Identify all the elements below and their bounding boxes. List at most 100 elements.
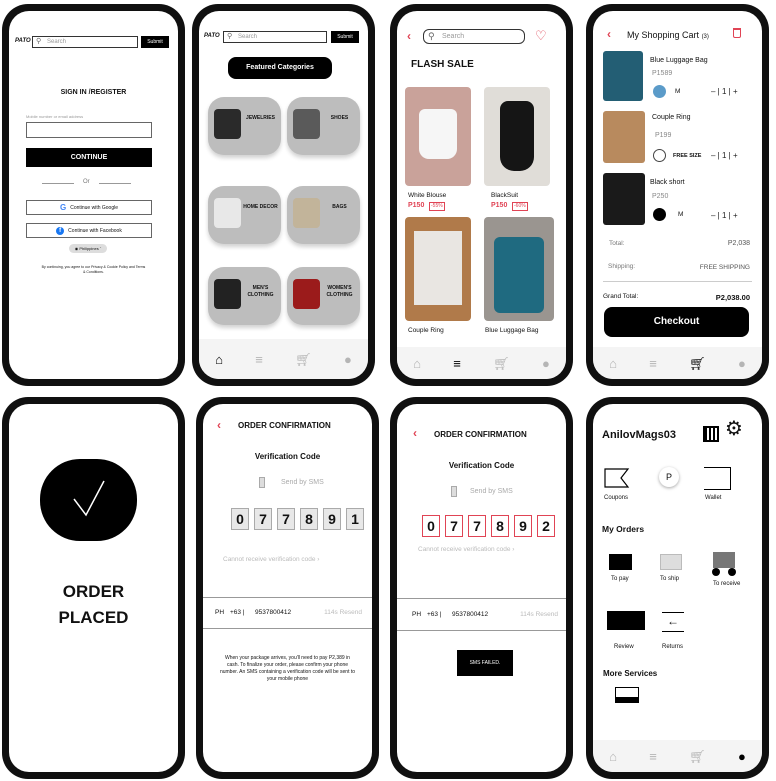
code-digit[interactable]: 9 xyxy=(323,508,341,530)
submit-button[interactable]: Submit xyxy=(331,31,359,43)
cart-icon[interactable]: 🛒︎ xyxy=(493,357,510,370)
product-name: BlackSuit xyxy=(491,192,519,199)
submit-button[interactable]: Submit xyxy=(141,36,169,48)
minus-icon[interactable]: – xyxy=(711,211,718,220)
code-digit[interactable]: 7 xyxy=(254,508,272,530)
code-digit[interactable]: 8 xyxy=(300,508,318,530)
cart-icon[interactable]: 🛒︎ xyxy=(689,357,706,370)
code-digit[interactable]: 1 xyxy=(346,508,364,530)
to-ship-icon[interactable] xyxy=(660,554,682,570)
category-bags[interactable]: BAGS xyxy=(287,186,360,244)
category-mens-clothing[interactable]: MEN'S CLOTHING xyxy=(208,267,281,325)
coupons-icon[interactable] xyxy=(604,468,630,488)
quantity-value: 1 xyxy=(721,151,727,160)
home-icon[interactable]: ⌂ xyxy=(215,353,223,366)
code-digit[interactable]: 9 xyxy=(514,515,532,537)
code-digit[interactable]: 8 xyxy=(491,515,509,537)
quantity-stepper[interactable]: – | 1 | + xyxy=(711,151,738,160)
review-icon[interactable] xyxy=(607,611,645,630)
grand-total-value: P2,038.00 xyxy=(715,293,750,302)
quantity-stepper[interactable]: – | 1 | + xyxy=(711,87,738,96)
category-womens-clothing[interactable]: WOMEN'S CLOTHING xyxy=(287,267,360,325)
search-input[interactable]: ⚲ Search xyxy=(223,31,327,43)
minus-icon[interactable]: – xyxy=(711,87,718,96)
phone-order-confirmation: ‹ ORDER CONFIRMATION Verification Code S… xyxy=(196,397,379,779)
code-digit[interactable]: 7 xyxy=(445,515,463,537)
back-chevron-icon[interactable]: ‹ xyxy=(413,426,417,440)
facebook-button[interactable]: f Continue with Facebook xyxy=(26,223,152,238)
google-label: Continue with Google xyxy=(70,204,119,211)
category-home-decor[interactable]: HOME DECOR xyxy=(208,186,281,244)
user-icon[interactable]: ● xyxy=(738,750,746,763)
qr-code-icon[interactable] xyxy=(703,426,719,442)
cart-icon[interactable]: 🛒︎ xyxy=(295,353,312,366)
product-image-blue-luggage[interactable] xyxy=(484,217,554,321)
continue-button[interactable]: CONTINUE xyxy=(26,148,152,167)
home-icon[interactable]: ⌂ xyxy=(413,357,421,370)
plus-icon[interactable]: + xyxy=(733,211,738,220)
trash-icon[interactable] xyxy=(733,28,741,38)
page-title: My Shopping Cart (3) xyxy=(627,30,709,40)
cannot-receive-link[interactable]: Cannot receive verification code › xyxy=(418,546,514,553)
plus-icon[interactable]: + xyxy=(733,87,738,96)
returns-label: Returns xyxy=(662,644,684,650)
minus-icon[interactable]: – xyxy=(711,151,718,160)
my-orders-heading: My Orders xyxy=(602,524,645,534)
category-jewelries[interactable]: JEWELRIES xyxy=(208,97,281,155)
resend-button[interactable]: 114s Resend xyxy=(324,609,362,616)
back-chevron-icon[interactable]: ‹ xyxy=(407,29,411,43)
code-digit[interactable]: 7 xyxy=(468,515,486,537)
product-image-couple-ring[interactable] xyxy=(405,217,471,321)
bottom-nav: ⌂ ≡ 🛒︎ ● xyxy=(593,740,762,772)
gear-icon[interactable]: ⚙ xyxy=(725,419,743,439)
sms-label: Send by SMS xyxy=(281,479,324,486)
code-digit[interactable]: 0 xyxy=(231,508,249,530)
service-icon[interactable] xyxy=(615,687,639,703)
menu-icon[interactable]: ≡ xyxy=(649,750,657,763)
code-digit[interactable]: 2 xyxy=(537,515,555,537)
points-badge[interactable]: P xyxy=(659,467,679,487)
color-swatch[interactable] xyxy=(653,208,666,221)
quantity-stepper[interactable]: – | 1 | + xyxy=(711,211,738,220)
returns-icon[interactable]: ← xyxy=(662,612,684,632)
mens-clothing-image xyxy=(214,279,241,309)
code-digit[interactable]: 7 xyxy=(277,508,295,530)
email-field[interactable] xyxy=(26,122,152,138)
wallet-icon[interactable] xyxy=(704,467,731,490)
color-swatch[interactable] xyxy=(653,85,666,98)
user-icon[interactable]: ● xyxy=(542,357,550,370)
back-chevron-icon[interactable]: ‹ xyxy=(217,418,221,432)
cart-icon[interactable]: 🛒︎ xyxy=(689,750,706,763)
user-icon[interactable]: ● xyxy=(344,353,352,366)
plus-icon[interactable]: + xyxy=(733,151,738,160)
order-placed-line2: PLACED xyxy=(58,608,129,627)
code-digit[interactable]: 0 xyxy=(422,515,440,537)
home-icon[interactable]: ⌂ xyxy=(609,357,617,370)
region-select[interactable]: ◉ Philippines ˇ xyxy=(69,244,107,253)
back-chevron-icon[interactable]: ‹ xyxy=(607,27,611,41)
category-label: JEWELRIES xyxy=(246,115,275,121)
menu-icon[interactable]: ≡ xyxy=(649,357,657,370)
resend-button[interactable]: 114s Resend xyxy=(520,611,558,618)
home-icon[interactable]: ⌂ xyxy=(609,750,617,763)
to-pay-label: To pay xyxy=(611,576,629,582)
heart-icon[interactable]: ♡ xyxy=(535,28,547,44)
to-pay-icon[interactable] xyxy=(609,554,632,570)
sms-failed-toast: SMS FAILED. xyxy=(457,650,513,676)
google-button[interactable]: G Continue with Google xyxy=(26,200,152,215)
product-image-blacksuit[interactable] xyxy=(484,87,550,186)
color-swatch[interactable] xyxy=(653,149,666,162)
product-image-white-blouse[interactable] xyxy=(405,87,471,186)
to-receive-icon[interactable] xyxy=(710,552,738,576)
menu-icon[interactable]: ≡ xyxy=(255,353,263,366)
cannot-receive-link[interactable]: Cannot receive verification code › xyxy=(223,556,319,563)
checkout-button[interactable]: Checkout xyxy=(604,307,749,337)
category-shoes[interactable]: SHOES xyxy=(287,97,360,155)
user-icon[interactable]: ● xyxy=(738,357,746,370)
bottom-nav: ⌂ ≡ 🛒︎ ● xyxy=(199,339,368,379)
search-input[interactable]: ⚲ Search xyxy=(423,29,525,44)
menu-icon[interactable]: ≡ xyxy=(453,357,461,370)
search-input[interactable]: ⚲ Search xyxy=(32,36,138,48)
shoes-image xyxy=(293,109,320,139)
category-label: BAGS xyxy=(332,204,347,210)
